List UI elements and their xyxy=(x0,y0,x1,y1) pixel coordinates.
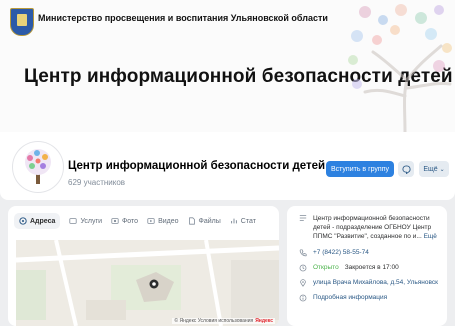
address-row: улица Врача Михайлова, д.54, Ульяновск xyxy=(299,279,438,287)
map[interactable]: © Яндекс Условия использования Яндекс xyxy=(16,240,279,326)
tab-services[interactable]: Услуги xyxy=(69,217,102,225)
services-icon xyxy=(69,218,78,224)
tab-label: Видео xyxy=(158,217,179,225)
map-graphic xyxy=(16,240,279,326)
photo-icon xyxy=(111,218,119,224)
video-icon xyxy=(147,218,155,224)
description-line3: ППМС "Развитие", созданное по и... xyxy=(313,233,422,240)
tab-label: Адреса xyxy=(30,217,56,225)
tab-label: Услуги xyxy=(80,217,102,225)
description-row: Центр информационной безопасности детей … xyxy=(299,214,437,241)
page-title: Центр информационной безопасности детей xyxy=(68,160,326,172)
details-link[interactable]: Подробная информация xyxy=(313,294,387,301)
description-line1: Центр информационной безопасности xyxy=(313,215,430,222)
hours-row: Открыто Закроется в 17:00 xyxy=(299,264,399,272)
coat-of-arms-icon xyxy=(10,8,34,36)
chat-icon xyxy=(401,164,411,174)
info-circle-icon xyxy=(299,294,307,302)
description-more-link[interactable]: Ещё xyxy=(424,233,437,240)
chevron-down-icon: ⌄ xyxy=(439,166,445,173)
open-status: Открыто xyxy=(313,264,339,271)
ministry-label: Министерство просвещения и воспитания Ул… xyxy=(38,13,328,23)
phone-link[interactable]: +7 (8422) 58-55-74 xyxy=(313,249,369,256)
tree-illustration xyxy=(348,4,452,132)
tab-addresses[interactable]: Адреса xyxy=(14,213,61,229)
tab-photos[interactable]: Фото xyxy=(111,217,138,225)
contacts-card: Адреса Услуги Фото Видео Файлы Стат © Ян… xyxy=(8,206,279,326)
avatar[interactable] xyxy=(13,142,63,192)
avatar-tree-icon xyxy=(25,149,51,184)
tab-label: Стат xyxy=(240,217,256,225)
more-label: Ещё xyxy=(423,165,438,173)
address-link[interactable]: улица Врача Михайлова, д.54, Ульяновск xyxy=(313,279,438,286)
join-group-button[interactable]: Вступить в группу xyxy=(326,161,394,177)
tab-stats[interactable]: Стат xyxy=(230,217,256,225)
cover: Министерство просвещения и воспитания Ул… xyxy=(0,0,455,132)
more-button[interactable]: Ещё ⌄ xyxy=(419,161,449,177)
location-icon xyxy=(19,217,27,225)
phone-row: +7 (8422) 58-55-74 xyxy=(299,249,369,257)
tabs-bar: Адреса Услуги Фото Видео Файлы Стат xyxy=(8,206,279,236)
phone-icon xyxy=(299,249,307,257)
tab-label: Файлы xyxy=(198,217,221,225)
info-lines-icon xyxy=(299,215,307,221)
members-count[interactable]: 629 участников xyxy=(68,178,125,187)
tab-label: Фото xyxy=(121,217,139,225)
details-row: Подробная информация xyxy=(299,294,387,302)
description-line2: детей - подразделение ОГБНОУ Центр xyxy=(313,224,432,231)
stats-icon xyxy=(230,218,237,224)
pin-icon xyxy=(300,279,306,287)
tab-videos[interactable]: Видео xyxy=(147,217,179,225)
file-icon xyxy=(188,217,195,225)
close-time: Закроется в 17:00 xyxy=(344,264,399,271)
tab-files[interactable]: Файлы xyxy=(188,217,221,225)
message-button[interactable] xyxy=(398,161,414,177)
clock-icon xyxy=(299,264,307,272)
info-card: Центр информационной безопасности детей … xyxy=(287,206,447,326)
